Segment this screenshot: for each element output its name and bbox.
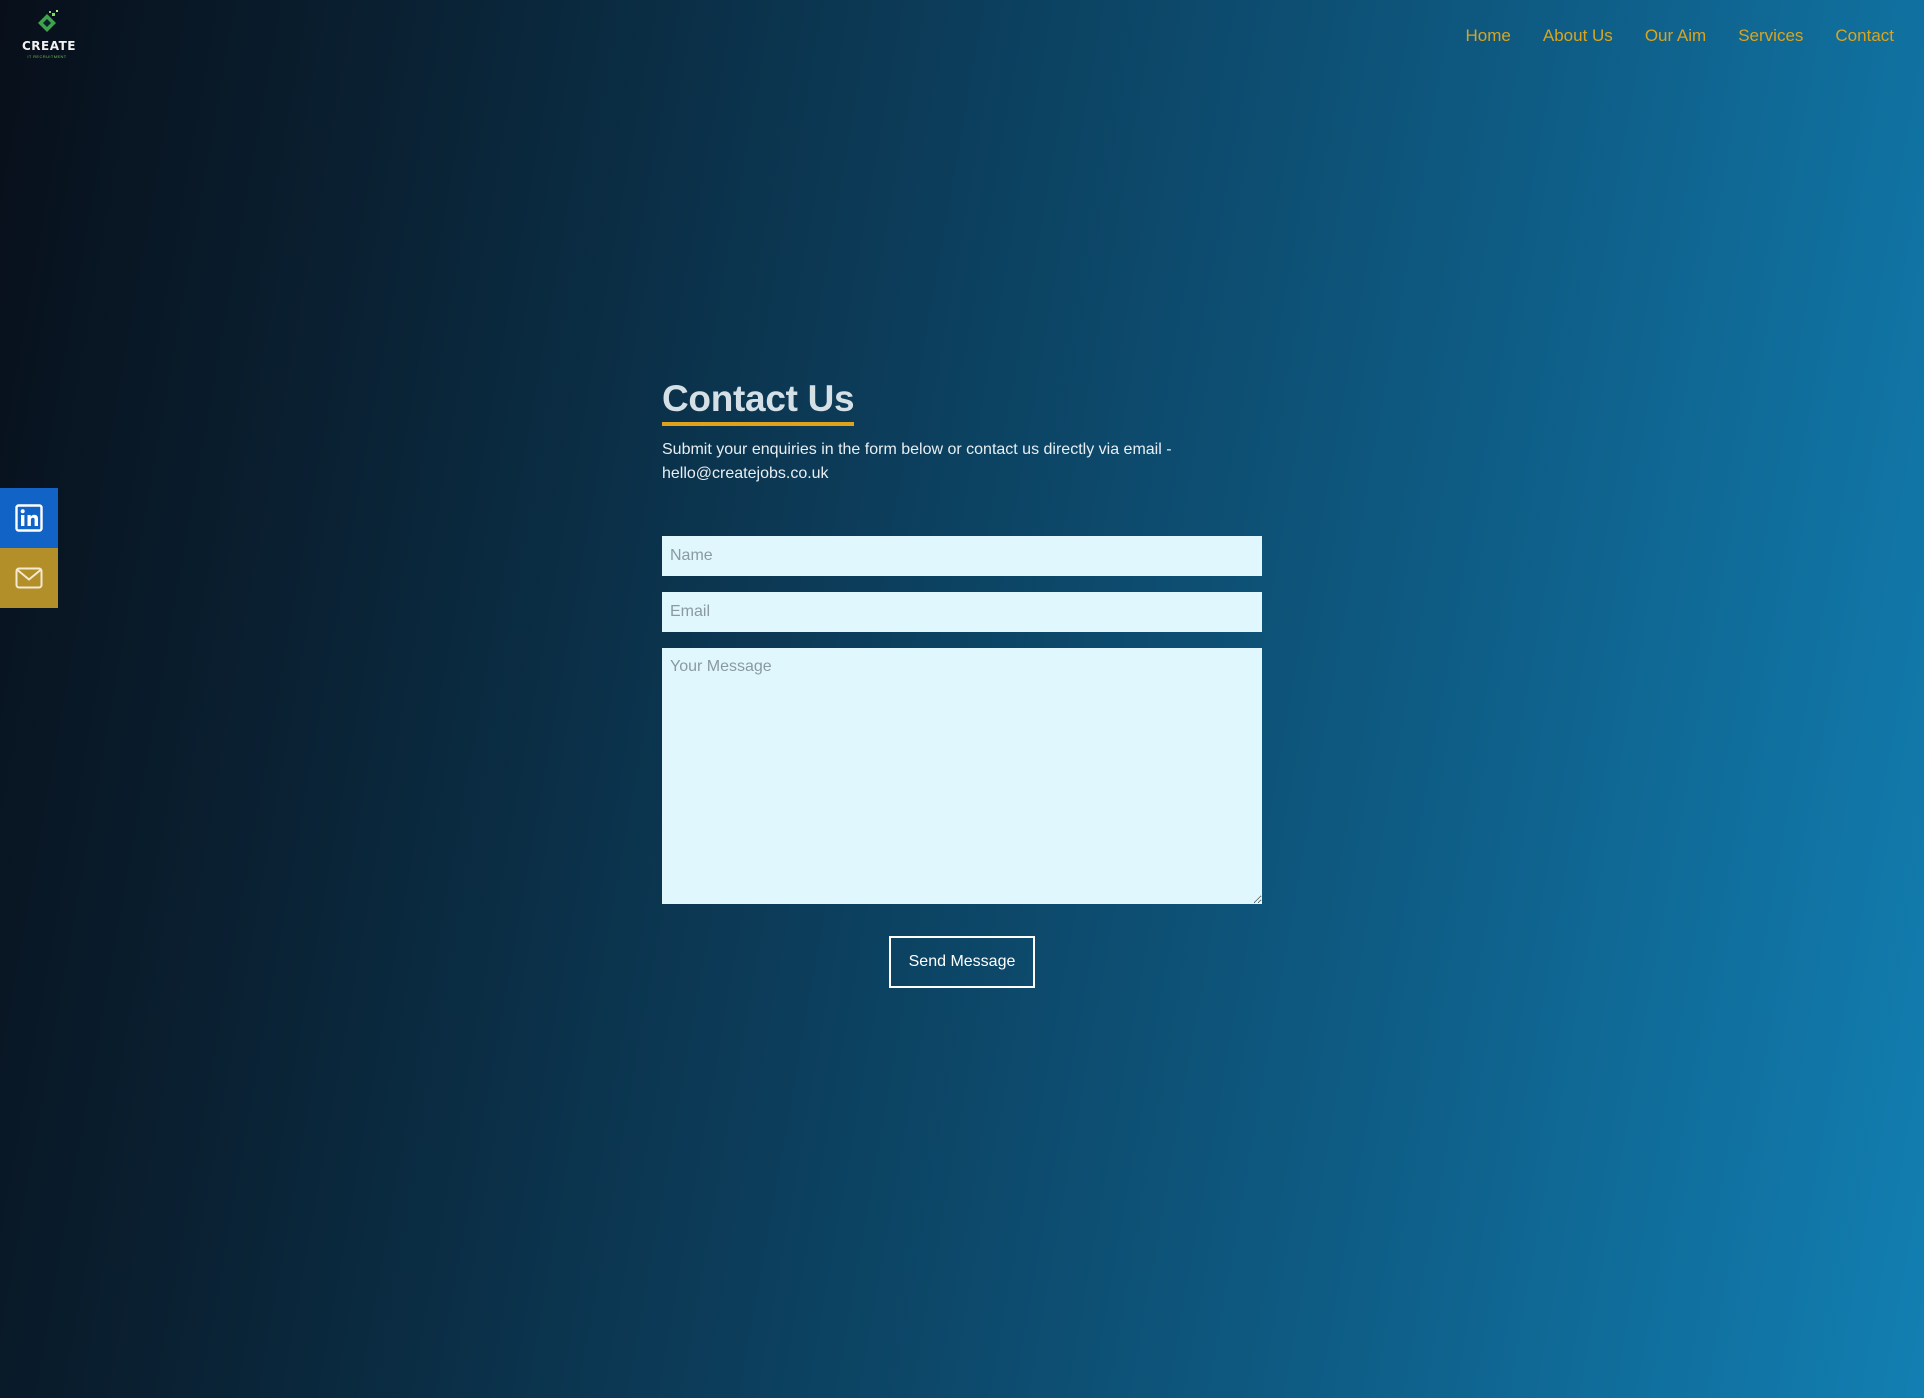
mail-icon xyxy=(15,567,43,589)
contact-form: Send Message xyxy=(662,536,1262,988)
nav-contact[interactable]: Contact xyxy=(1835,26,1894,46)
contact-email: hello@createjobs.co.uk xyxy=(662,465,829,482)
social-sidebar xyxy=(0,488,58,608)
submit-wrapper: Send Message xyxy=(662,936,1262,988)
name-input[interactable] xyxy=(662,536,1262,576)
message-textarea[interactable] xyxy=(662,648,1262,904)
logo-text: CREATE xyxy=(22,39,76,53)
send-message-button[interactable]: Send Message xyxy=(889,936,1035,988)
contact-intro: Submit your enquiries in the form below … xyxy=(662,438,1222,486)
nav-home[interactable]: Home xyxy=(1466,26,1511,46)
main-nav: Home About Us Our Aim Services Contact xyxy=(1466,26,1894,46)
email-button[interactable] xyxy=(0,548,58,608)
linkedin-button[interactable] xyxy=(0,488,58,548)
page-title: Contact Us xyxy=(662,378,855,426)
linkedin-icon xyxy=(15,504,43,532)
contact-intro-text: Submit your enquiries in the form below … xyxy=(662,441,1172,458)
nav-about-us[interactable]: About Us xyxy=(1543,26,1613,46)
logo-mark-icon xyxy=(38,10,58,32)
nav-services[interactable]: Services xyxy=(1738,26,1803,46)
brand-logo[interactable]: CREATE IT RECRUITMENT xyxy=(22,10,76,62)
site-header: CREATE IT RECRUITMENT Home About Us Our … xyxy=(0,0,1924,78)
logo-subtext: IT RECRUITMENT xyxy=(27,54,67,59)
email-input[interactable] xyxy=(662,592,1262,632)
contact-section: Contact Us Submit your enquiries in the … xyxy=(662,378,1262,988)
nav-our-aim[interactable]: Our Aim xyxy=(1645,26,1706,46)
